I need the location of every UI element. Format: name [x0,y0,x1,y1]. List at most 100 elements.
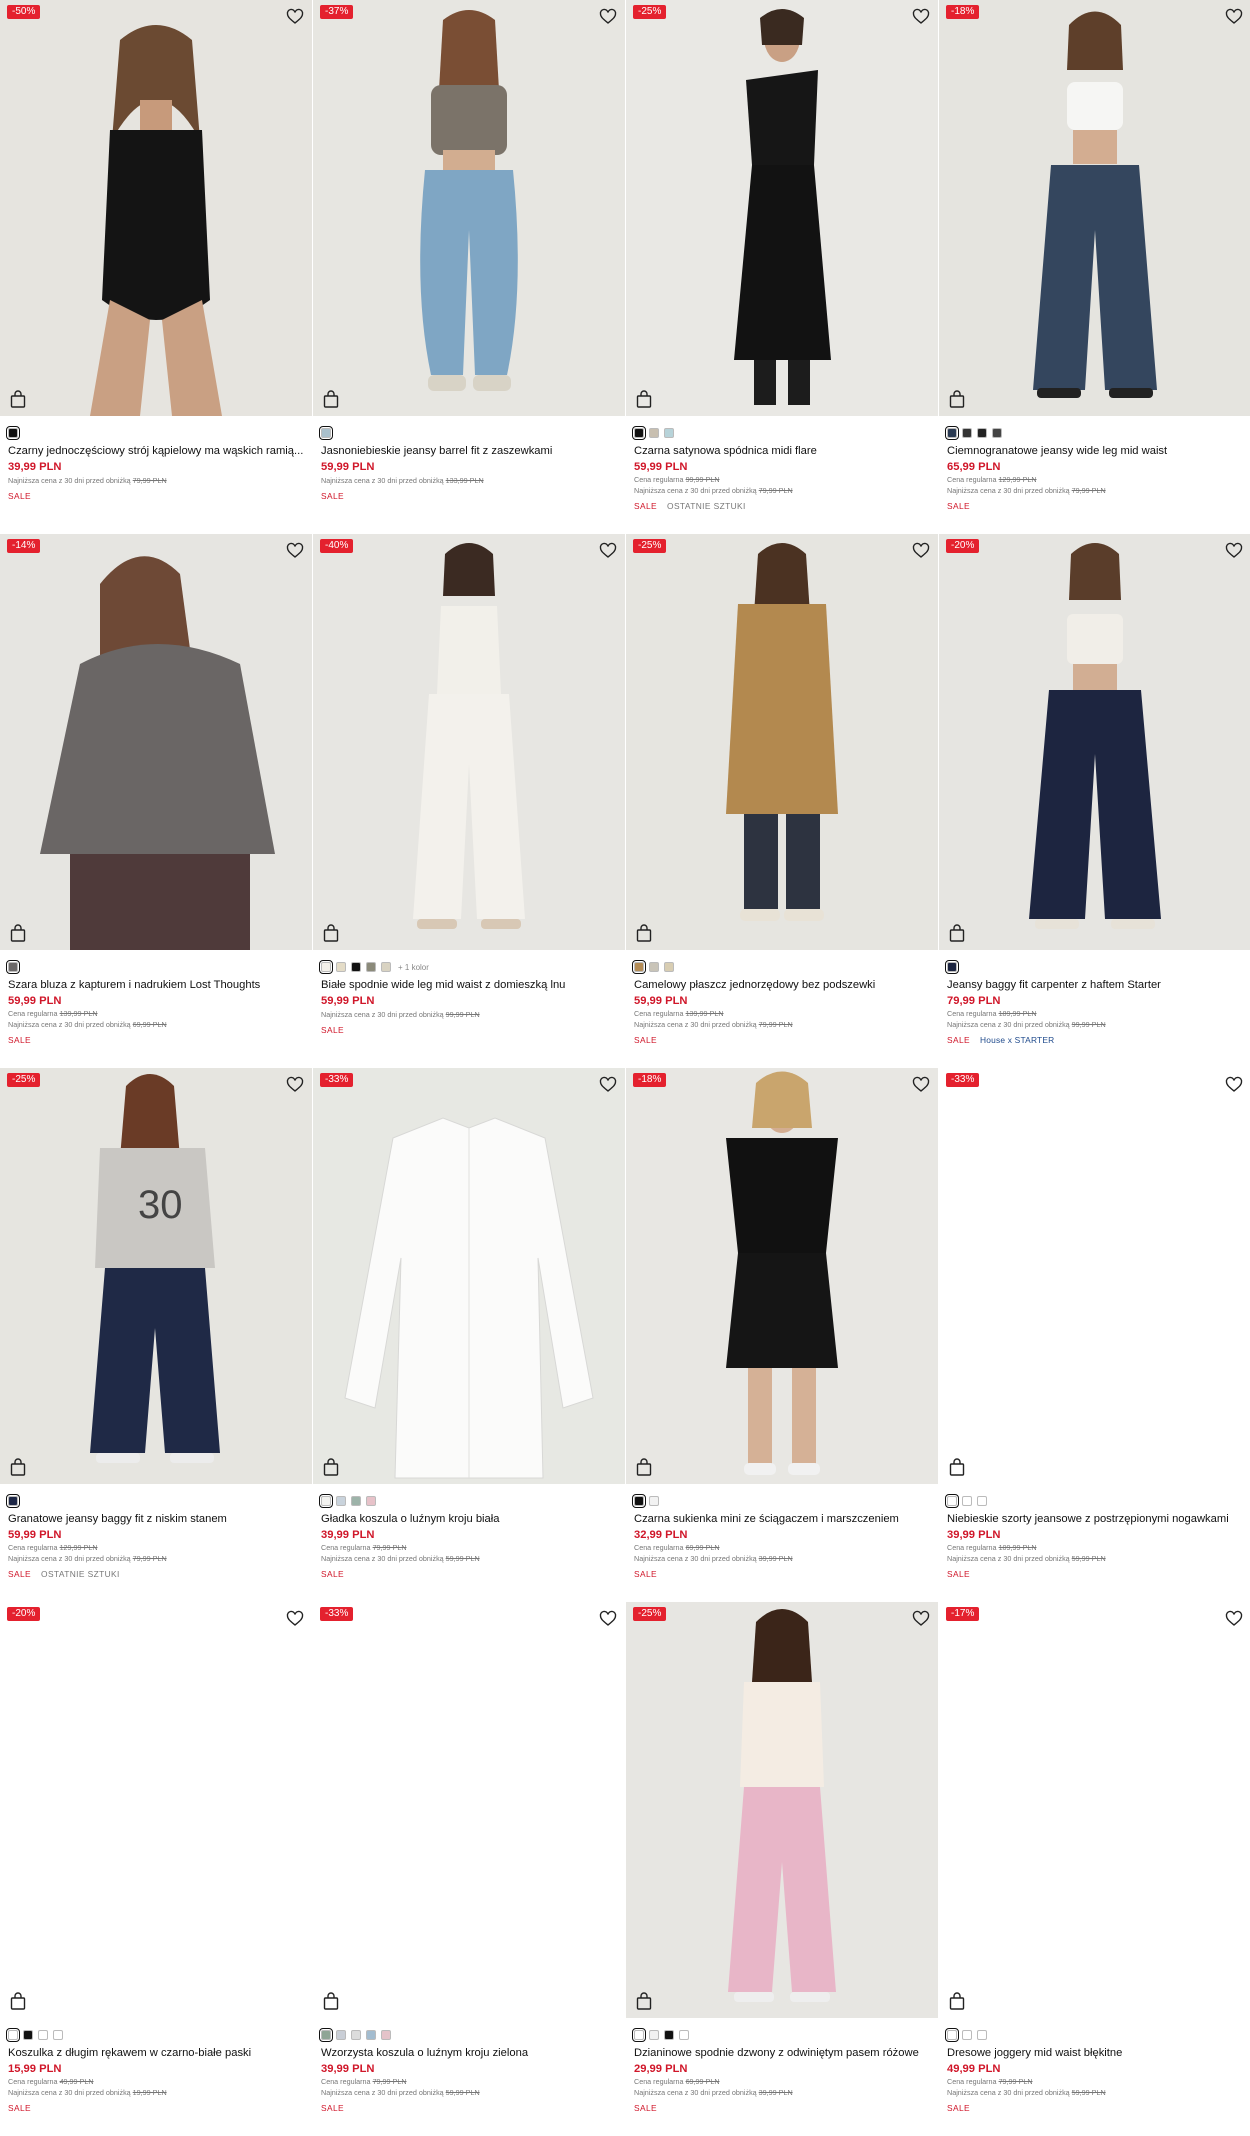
color-swatch[interactable] [962,1496,972,1506]
add-to-bag-icon[interactable] [323,1992,339,2010]
product-card[interactable]: -33% Gładka koszula o luźnym kroju biała 3… [313,1068,625,1602]
add-to-bag-icon[interactable] [949,1992,965,2010]
add-to-bag-icon[interactable] [323,390,339,408]
product-name[interactable]: Białe spodnie wide leg mid waist z domie… [321,979,617,991]
product-image[interactable]: -14% [0,534,312,950]
wishlist-heart-icon[interactable] [286,8,304,26]
color-swatch[interactable] [944,2027,960,2043]
color-swatch[interactable] [5,1493,21,1509]
color-swatch[interactable] [679,2030,689,2040]
wishlist-heart-icon[interactable] [912,8,930,26]
add-to-bag-icon[interactable] [323,1458,339,1476]
product-name[interactable]: Gładka koszula o luźnym kroju biała [321,1513,617,1525]
color-swatch[interactable] [977,428,987,438]
product-image[interactable]: 30 -25% [0,1068,312,1484]
product-image[interactable]: -18% [939,0,1250,416]
color-swatch[interactable] [318,959,334,975]
product-card[interactable]: -33% Wzorzysta koszula o luźnym kroju zie… [313,1602,625,2136]
product-name[interactable]: Szara bluza z kapturem i nadrukiem Lost … [8,979,304,991]
color-swatch[interactable] [631,959,647,975]
more-colors-label[interactable]: + 1 kolor [398,963,429,972]
wishlist-heart-icon[interactable] [286,1076,304,1094]
product-card[interactable]: -17% Dresowe joggery mid waist błękitne 49… [939,1602,1250,2136]
color-swatch[interactable] [664,2030,674,2040]
product-image[interactable]: -20% [939,534,1250,950]
product-image[interactable]: -50% [0,0,312,416]
product-name[interactable]: Czarna satynowa spódnica midi flare [634,445,930,457]
color-swatch[interactable] [962,2030,972,2040]
color-swatch[interactable] [318,2027,334,2043]
wishlist-heart-icon[interactable] [599,542,617,560]
color-swatch[interactable] [336,2030,346,2040]
product-name[interactable]: Jasnoniebieskie jeansy barrel fit z zasz… [321,445,617,457]
product-name[interactable]: Dzianinowe spodnie dzwony z odwiniętym p… [634,2047,930,2059]
color-swatch[interactable] [381,962,391,972]
product-card[interactable]: -14% Szara bluza z kapturem i nadrukiem L… [0,534,312,1068]
product-image[interactable]: -25% [626,534,938,950]
product-name[interactable]: Jeansy baggy fit carpenter z haftem Star… [947,979,1243,991]
color-swatch[interactable] [631,2027,647,2043]
product-name[interactable]: Dresowe joggery mid waist błękitne [947,2047,1243,2059]
wishlist-heart-icon[interactable] [599,1076,617,1094]
product-name[interactable]: Wzorzysta koszula o luźnym kroju zielona [321,2047,617,2059]
product-image[interactable]: -33% [313,1068,625,1484]
product-card[interactable]: -18% Czarna sukienka mini ze ściągaczem i… [626,1068,938,1602]
product-card[interactable]: -40% + 1 kolor Białe spodnie wide leg mid … [313,534,625,1068]
color-swatch[interactable] [381,2030,391,2040]
wishlist-heart-icon[interactable] [912,1610,930,1628]
add-to-bag-icon[interactable] [949,390,965,408]
color-swatch[interactable] [5,2027,21,2043]
product-card[interactable]: -25% Camelowy płaszcz jednorzędowy bez po… [626,534,938,1068]
color-swatch[interactable] [366,1496,376,1506]
wishlist-heart-icon[interactable] [1225,1610,1243,1628]
color-swatch[interactable] [649,1496,659,1506]
wishlist-heart-icon[interactable] [286,1610,304,1628]
color-swatch[interactable] [649,2030,659,2040]
color-swatch[interactable] [366,2030,376,2040]
color-swatch[interactable] [631,425,647,441]
product-name[interactable]: Niebieskie szorty jeansowe z postrzępion… [947,1513,1243,1525]
color-swatch[interactable] [318,1493,334,1509]
product-card[interactable]: -37% Jasnoniebieskie jeansy barrel fit z … [313,0,625,534]
color-swatch[interactable] [351,1496,361,1506]
wishlist-heart-icon[interactable] [599,8,617,26]
product-card[interactable]: -50% Czarny jednoczęściowy strój kąpielow… [0,0,312,534]
product-name[interactable]: Camelowy płaszcz jednorzędowy bez podsze… [634,979,930,991]
add-to-bag-icon[interactable] [10,390,26,408]
add-to-bag-icon[interactable] [10,1458,26,1476]
color-swatch[interactable] [992,428,1002,438]
wishlist-heart-icon[interactable] [599,1610,617,1628]
product-name[interactable]: Czarny jednoczęściowy strój kąpielowy ma… [8,445,304,457]
color-swatch[interactable] [318,425,334,441]
color-swatch[interactable] [23,2030,33,2040]
product-image[interactable]: -17% [939,1602,1250,2018]
wishlist-heart-icon[interactable] [1225,542,1243,560]
product-name[interactable]: Ciemnogranatowe jeansy wide leg mid wais… [947,445,1243,457]
add-to-bag-icon[interactable] [10,1992,26,2010]
product-image[interactable]: -33% [939,1068,1250,1484]
add-to-bag-icon[interactable] [636,1458,652,1476]
product-card[interactable]: -20% Jeansy baggy fit carpenter z haftem … [939,534,1250,1068]
product-name[interactable]: Koszulka z długim rękawem w czarno-białe… [8,2047,304,2059]
product-name[interactable]: Granatowe jeansy baggy fit z niskim stan… [8,1513,304,1525]
wishlist-heart-icon[interactable] [1225,1076,1243,1094]
wishlist-heart-icon[interactable] [1225,8,1243,26]
color-swatch[interactable] [962,428,972,438]
product-card[interactable]: 30 -25% Granatowe jeansy baggy fit z niski… [0,1068,312,1602]
color-swatch[interactable] [649,962,659,972]
color-swatch[interactable] [38,2030,48,2040]
color-swatch[interactable] [944,425,960,441]
product-image[interactable]: -20% [0,1602,312,2018]
add-to-bag-icon[interactable] [949,924,965,942]
color-swatch[interactable] [5,425,21,441]
product-image[interactable]: -33% [313,1602,625,2018]
add-to-bag-icon[interactable] [636,1992,652,2010]
wishlist-heart-icon[interactable] [286,542,304,560]
color-swatch[interactable] [351,962,361,972]
color-swatch[interactable] [336,1496,346,1506]
color-swatch[interactable] [631,1493,647,1509]
add-to-bag-icon[interactable] [636,390,652,408]
product-card[interactable]: -33% Niebieskie szorty jeansowe z postrzę… [939,1068,1250,1602]
color-swatch[interactable] [944,959,960,975]
product-card[interactable]: -20% Koszulka z długim rękawem w czarno-b… [0,1602,312,2136]
